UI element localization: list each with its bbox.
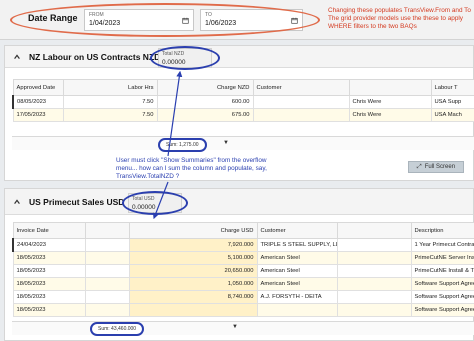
arrow-to-total-usd (152, 181, 169, 220)
annotation-arrows (152, 70, 183, 220)
arrow-to-total-nzd (167, 70, 183, 157)
